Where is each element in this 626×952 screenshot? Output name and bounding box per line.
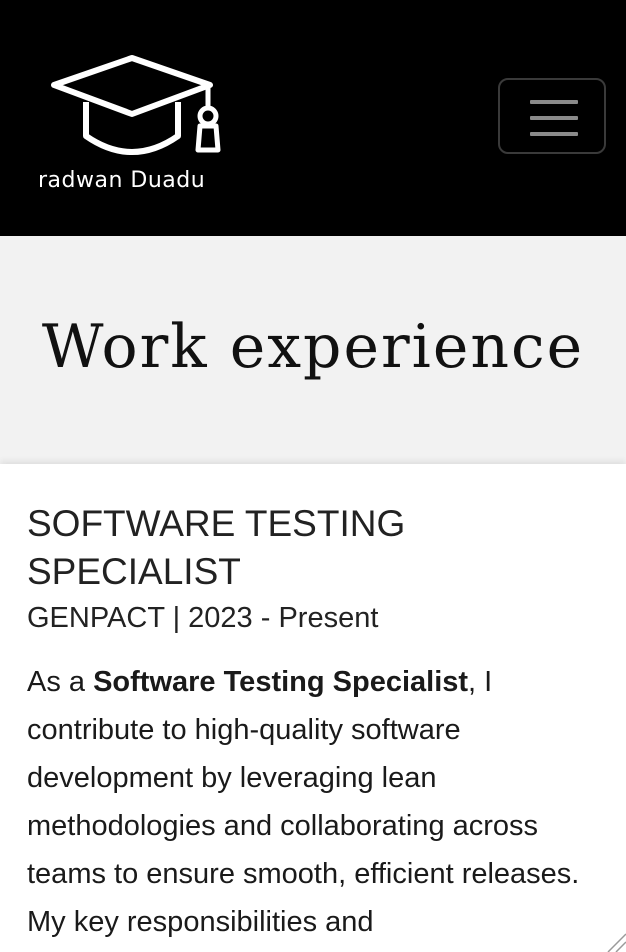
page-title: Work experience — [41, 312, 585, 382]
company-period: GENPACT | 2023 - Present — [27, 602, 379, 634]
description-highlight: Software Testing Specialist — [93, 666, 469, 698]
description-prefix: As a — [27, 666, 94, 698]
description-body: , I contribute to high-quality software … — [27, 666, 580, 938]
menu-toggle-button[interactable] — [498, 78, 606, 154]
brand-name: radwan Duadu — [38, 168, 206, 193]
page-hero: Work experience — [0, 236, 626, 464]
experience-card: SOFTWARE TESTING SPECIALIST GENPACT | 20… — [0, 464, 626, 952]
site-header: radwan Duadu — [0, 0, 626, 236]
brand-logo[interactable]: radwan Duadu — [36, 50, 246, 200]
graduation-cap-icon — [51, 55, 221, 155]
job-title: SOFTWARE TESTING SPECIALIST — [27, 503, 406, 592]
resize-handle-icon[interactable] — [604, 930, 626, 952]
job-description: As a Software Testing Specialist, I cont… — [27, 658, 602, 946]
